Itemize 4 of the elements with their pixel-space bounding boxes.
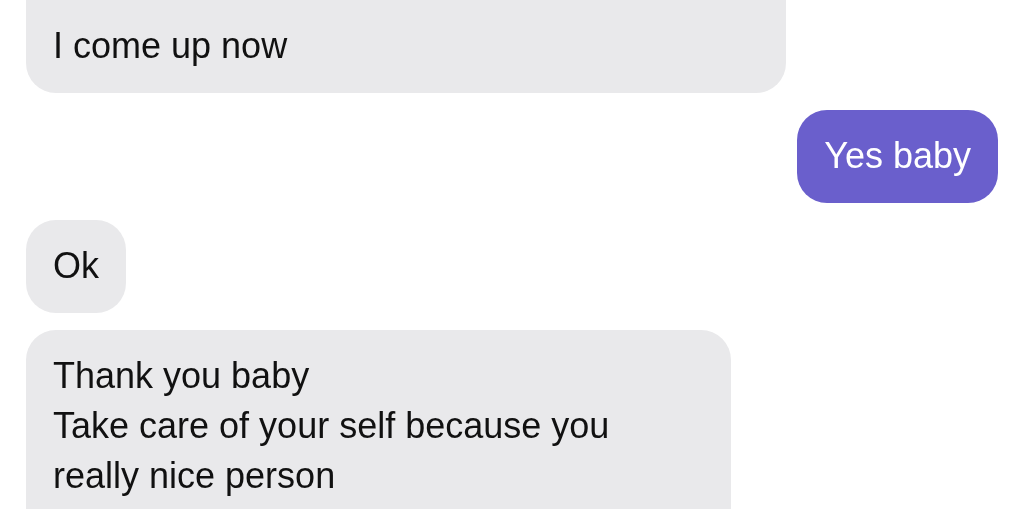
- incoming-message: Thank you baby Take care of your self because you really nice person: [26, 330, 731, 509]
- incoming-message: Ok: [26, 220, 126, 313]
- outgoing-message: Yes baby: [797, 110, 998, 203]
- incoming-message: I come up now: [26, 0, 786, 93]
